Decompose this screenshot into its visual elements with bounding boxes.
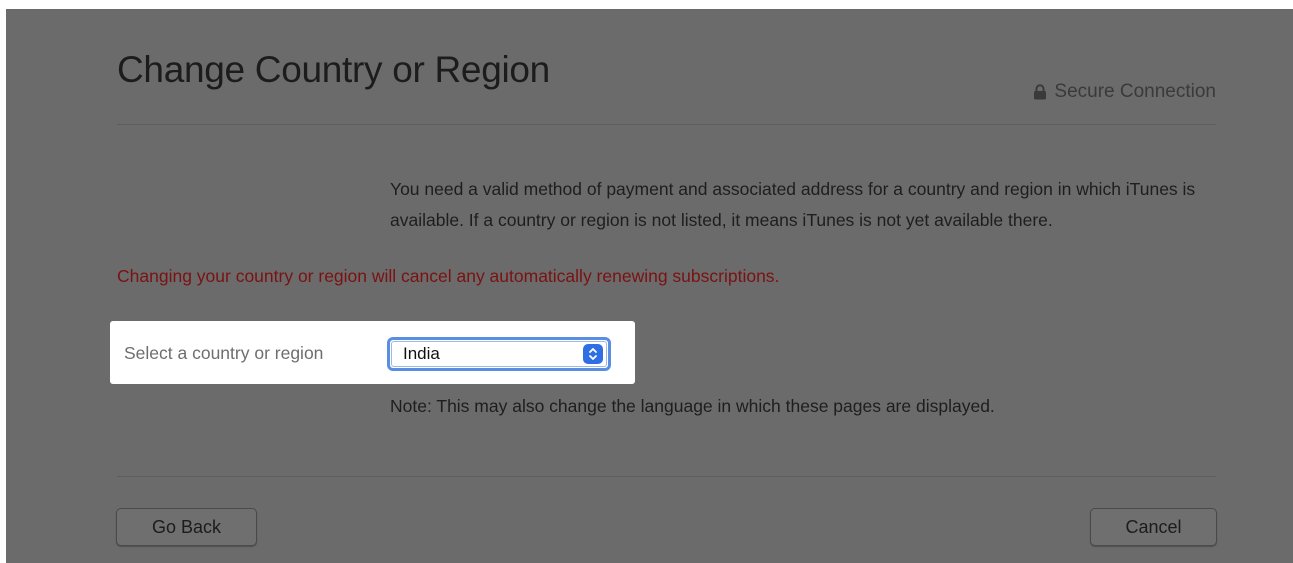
header-divider — [117, 124, 1216, 125]
go-back-button[interactable]: Go Back — [116, 508, 257, 546]
country-select-label: Select a country or region — [124, 343, 324, 363]
lock-icon — [1033, 84, 1047, 100]
chevron-up-down-icon[interactable] — [583, 344, 603, 364]
page-title: Change Country or Region — [117, 49, 550, 90]
secure-connection-label: Secure Connection — [1054, 81, 1216, 102]
selected-country-value: India — [403, 344, 440, 363]
language-note: Note: This may also change the language … — [390, 396, 995, 416]
secure-connection-indicator: Secure Connection — [1033, 81, 1216, 103]
cancel-button[interactable]: Cancel — [1090, 508, 1217, 546]
country-select[interactable]: India — [387, 337, 611, 371]
footer-divider — [117, 476, 1216, 477]
payment-info-text: You need a valid method of payment and a… — [390, 179, 1196, 230]
subscription-warning: Changing your country or region will can… — [117, 266, 780, 286]
